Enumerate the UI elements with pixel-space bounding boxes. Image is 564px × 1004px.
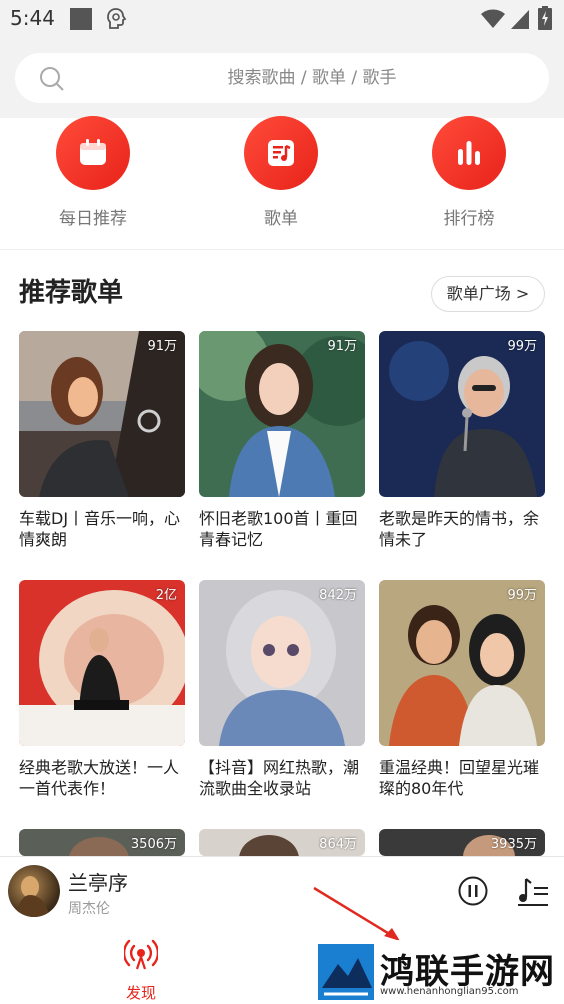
play-count: 2亿 (155, 588, 177, 603)
play-count: 3506万 (130, 837, 177, 852)
head-gear-icon (107, 8, 127, 29)
search-placeholder: 搜索歌曲 / 歌单 / 歌手 (227, 68, 397, 88)
playlist-cover (199, 331, 365, 497)
song-artist: 周杰伦 (68, 901, 110, 917)
battery-charging-icon (538, 6, 552, 30)
play-count: 864万 (319, 837, 357, 852)
watermark-url: www.henanhonglian95.com (380, 986, 519, 997)
pause-button[interactable] (458, 876, 488, 906)
playlist-title: 怀旧老歌100首丨重回青春记忆 (199, 509, 358, 549)
playlist-queue-icon[interactable] (516, 875, 550, 907)
playlist-cover (19, 331, 185, 497)
header: 搜索歌曲 / 歌单 / 歌手 (0, 40, 564, 118)
play-count: 842万 (319, 588, 357, 603)
album-art[interactable] (8, 865, 60, 917)
status-bar: 5:44 (0, 0, 564, 40)
notification-square-icon (70, 8, 92, 30)
charts-circle (432, 116, 506, 190)
playlist-category-button[interactable]: 歌单 (226, 116, 336, 238)
section-title: 推荐歌单 (19, 278, 124, 308)
watermark-logo-icon (318, 944, 374, 1000)
charts-button[interactable]: 排行榜 (414, 116, 524, 238)
playlist-title: 老歌是昨天的情书，余情未了 (379, 509, 540, 549)
nav-discover[interactable]: 发现 (110, 934, 172, 1002)
daily-recommend-button[interactable]: 每日推荐 (38, 116, 148, 238)
watermark: 鸿联手游网 www.henanhonglian95.com (316, 940, 564, 1004)
music-note-icon (268, 140, 294, 166)
playlist-cover (199, 580, 365, 746)
calendar-icon (80, 139, 106, 165)
playlist-cover (19, 580, 185, 746)
playlist-title: 【抖音】网红热歌，潮流歌曲全收录站 (199, 758, 360, 798)
song-title: 兰亭序 (68, 871, 128, 895)
playlist-category-label: 歌单 (264, 209, 298, 229)
charts-label: 排行榜 (443, 209, 495, 229)
playlist-category-circle (244, 116, 318, 190)
playlist-square-button[interactable]: 歌单广场 > (431, 276, 545, 312)
playlist-cover (379, 580, 545, 746)
nav-discover-label: 发现 (125, 984, 156, 1002)
search-input[interactable]: 搜索歌曲 / 歌单 / 歌手 (15, 53, 549, 103)
daily-recommend-circle (56, 116, 130, 190)
status-time: 5:44 (10, 6, 55, 30)
play-count: 91万 (147, 339, 177, 354)
broadcast-icon (124, 939, 158, 970)
play-count: 99万 (507, 588, 537, 603)
play-count: 99万 (507, 339, 537, 354)
playlist-title: 车载DJ丨音乐一响，心情爽朗 (19, 509, 181, 549)
playlist-title: 经典老歌大放送！一人一首代表作！ (19, 758, 180, 798)
signal-icon (511, 10, 529, 29)
category-bar: 每日推荐 歌单 排行榜 (0, 116, 564, 250)
bar-chart-icon (458, 141, 480, 165)
play-count: 91万 (327, 339, 357, 354)
daily-recommend-label: 每日推荐 (59, 209, 127, 229)
playlist-cover (379, 331, 545, 497)
play-count: 3935万 (490, 837, 537, 852)
mini-player[interactable]: 兰亭序 周杰伦 (0, 856, 564, 926)
playlist-title: 重温经典！回望星光璀璨的80年代 (379, 758, 540, 798)
wifi-icon (481, 9, 505, 28)
